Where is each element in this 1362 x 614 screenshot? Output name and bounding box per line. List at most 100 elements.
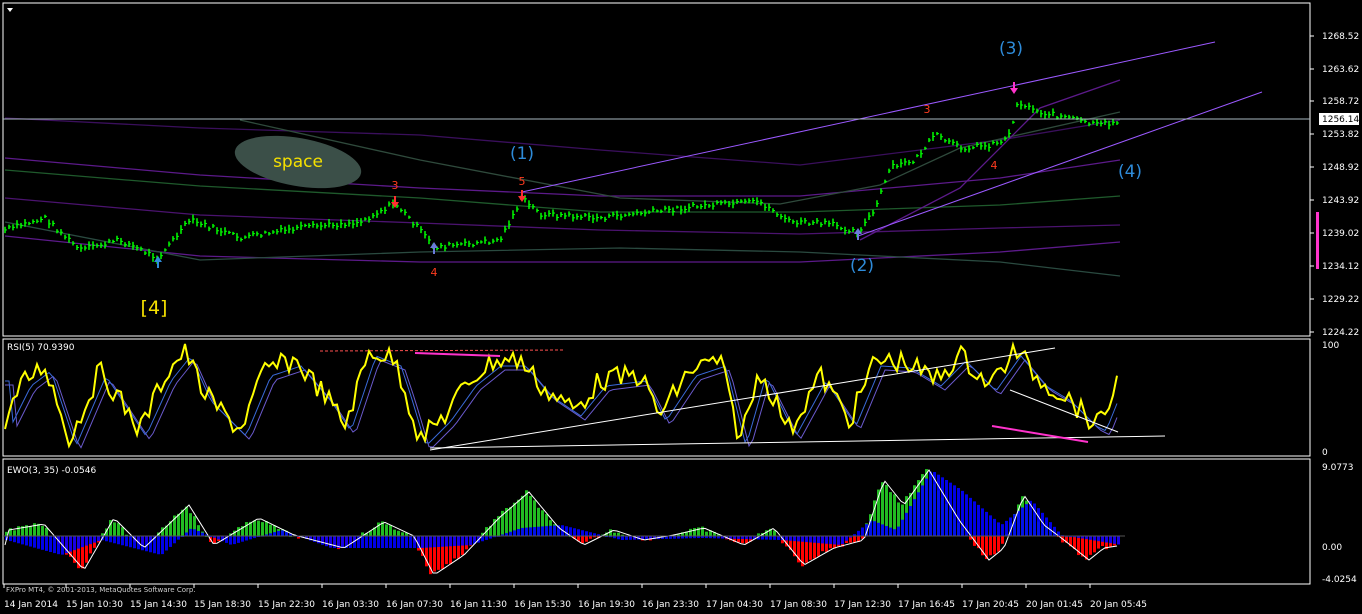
price-tick: 1268.52	[1322, 32, 1359, 42]
ewo-overlay-bar	[549, 525, 552, 536]
ewo-overlay-bar	[433, 536, 436, 548]
time-tick: 16 Jan 07:30	[386, 600, 443, 610]
ewo-overlay-bar	[1005, 520, 1008, 536]
rsi-level: 0	[1322, 448, 1328, 458]
price-tick: 1263.62	[1322, 65, 1359, 75]
ewo-overlay-bar	[537, 526, 540, 536]
ewo-bar	[853, 536, 856, 543]
ewo-bar	[585, 536, 588, 542]
ewo-bar	[393, 529, 396, 536]
price-tick: 1253.82	[1322, 130, 1359, 140]
ewo-overlay-bar	[1017, 510, 1020, 536]
ewo-bar	[181, 509, 184, 536]
ewo-bar	[253, 520, 256, 536]
ewo-overlay-bar	[553, 525, 556, 536]
ewo-bar	[401, 532, 404, 536]
ewo-overlay-bar	[453, 536, 456, 547]
ewo-overlay-bar	[185, 532, 188, 536]
ewo-overlay-bar	[517, 529, 520, 536]
ewo-overlay-bar	[161, 536, 164, 555]
ewo-bar	[117, 523, 120, 536]
ewo-overlay-bar	[285, 531, 288, 536]
ewo-overlay-bar	[993, 518, 996, 536]
time-tick: 16 Jan 19:30	[578, 600, 635, 610]
ewo-overlay-bar	[1113, 536, 1116, 544]
ewo-overlay-bar	[581, 530, 584, 536]
ewo-overlay-bar	[9, 536, 12, 542]
ewo-overlay-bar	[465, 536, 468, 546]
time-tick: 14 Jan 2014	[4, 600, 58, 610]
ewo-bar	[13, 530, 16, 536]
ewo-overlay-bar	[541, 526, 544, 536]
ewo-overlay-bar	[529, 527, 532, 536]
ewo-overlay-bar	[93, 536, 96, 543]
ewo-overlay-bar	[105, 536, 108, 542]
ewo-overlay-bar	[625, 536, 628, 540]
ewo-bar	[257, 520, 260, 536]
ewo-overlay-bar	[421, 536, 424, 548]
ewo-overlay-bar	[929, 471, 932, 536]
ewo-bar	[177, 513, 180, 536]
ewo-bar	[237, 527, 240, 536]
ewo-overlay-bar	[437, 536, 440, 547]
ewo-overlay-bar	[405, 536, 408, 548]
ewo-overlay-bar	[801, 536, 804, 542]
copyright-text: FXPro MT4, © 2001-2013, MetaQuotes Softw…	[6, 586, 196, 594]
ewo-overlay-bar	[429, 536, 432, 548]
ewo-overlay-bar	[509, 531, 512, 536]
time-tick: 17 Jan 16:45	[898, 600, 955, 610]
ewo-overlay-bar	[193, 529, 196, 536]
ewo-overlay-bar	[833, 536, 836, 545]
ewo-overlay-bar	[629, 536, 632, 540]
ewo-overlay-bar	[521, 527, 524, 536]
ewo-overlay-bar	[33, 536, 36, 548]
ewo-overlay-bar	[573, 528, 576, 536]
ewo-overlay-bar	[1101, 536, 1104, 542]
main-price-panel[interactable]	[2, 2, 1311, 337]
ewo-overlay-bar	[1025, 504, 1028, 536]
ewo-overlay-bar	[525, 527, 528, 536]
ewo-overlay-bar	[797, 536, 800, 542]
time-tick: 17 Jan 08:30	[770, 600, 827, 610]
subwave-label: 4	[991, 159, 998, 172]
ewo-overlay-bar	[25, 536, 28, 546]
ewo-overlay-bar	[373, 536, 376, 548]
ewo-overlay-bar	[813, 536, 816, 543]
ewo-overlay-bar	[881, 524, 884, 536]
ewo-overlay-bar	[21, 536, 24, 545]
ewo-overlay-bar	[769, 536, 772, 540]
volume-marker	[1316, 212, 1319, 269]
ewo-overlay-bar	[329, 536, 332, 548]
ewo-overlay-bar	[989, 515, 992, 536]
ewo-bar	[265, 521, 268, 536]
ewo-bar	[121, 527, 124, 536]
time-tick: 15 Jan 10:30	[66, 600, 123, 610]
price-tick: 1258.72	[1322, 97, 1359, 107]
ewo-bar	[705, 531, 708, 536]
ewo-overlay-bar	[273, 532, 276, 536]
ewo-overlay-bar	[957, 488, 960, 536]
ewo-overlay-bar	[885, 526, 888, 536]
ewo-overlay-bar	[53, 536, 56, 554]
ewo-overlay-bar	[233, 536, 236, 545]
price-tick: 1234.12	[1322, 262, 1359, 272]
ewo-overlay-bar	[321, 536, 324, 545]
ewo-overlay-bar	[789, 536, 792, 541]
price-tick: 1229.22	[1322, 295, 1359, 305]
ewo-overlay-bar	[149, 536, 152, 553]
price-axis: 1268.52 1263.62 1258.72 1253.82 1248.92 …	[1310, 32, 1359, 338]
ewo-bar	[185, 506, 188, 536]
ewo-overlay-bar	[189, 528, 192, 536]
subwave-label: 3	[392, 179, 399, 192]
ewo-overlay-bar	[893, 529, 896, 536]
ewo-overlay-bar	[113, 536, 116, 544]
wave-label-1: (1)	[510, 144, 534, 164]
ewo-overlay-bar	[217, 536, 220, 540]
ewo-bar	[993, 536, 996, 555]
trading-chart[interactable]: space [4] (1) (2) (3) (4) 3 5 4 3 4 1268…	[0, 0, 1362, 614]
ewo-overlay-bar	[401, 536, 404, 548]
ewo-overlay-bar	[1089, 536, 1092, 540]
ewo-overlay-bar	[873, 521, 876, 536]
ewo-overlay-bar	[589, 532, 592, 536]
ewo-overlay-bar	[921, 485, 924, 536]
